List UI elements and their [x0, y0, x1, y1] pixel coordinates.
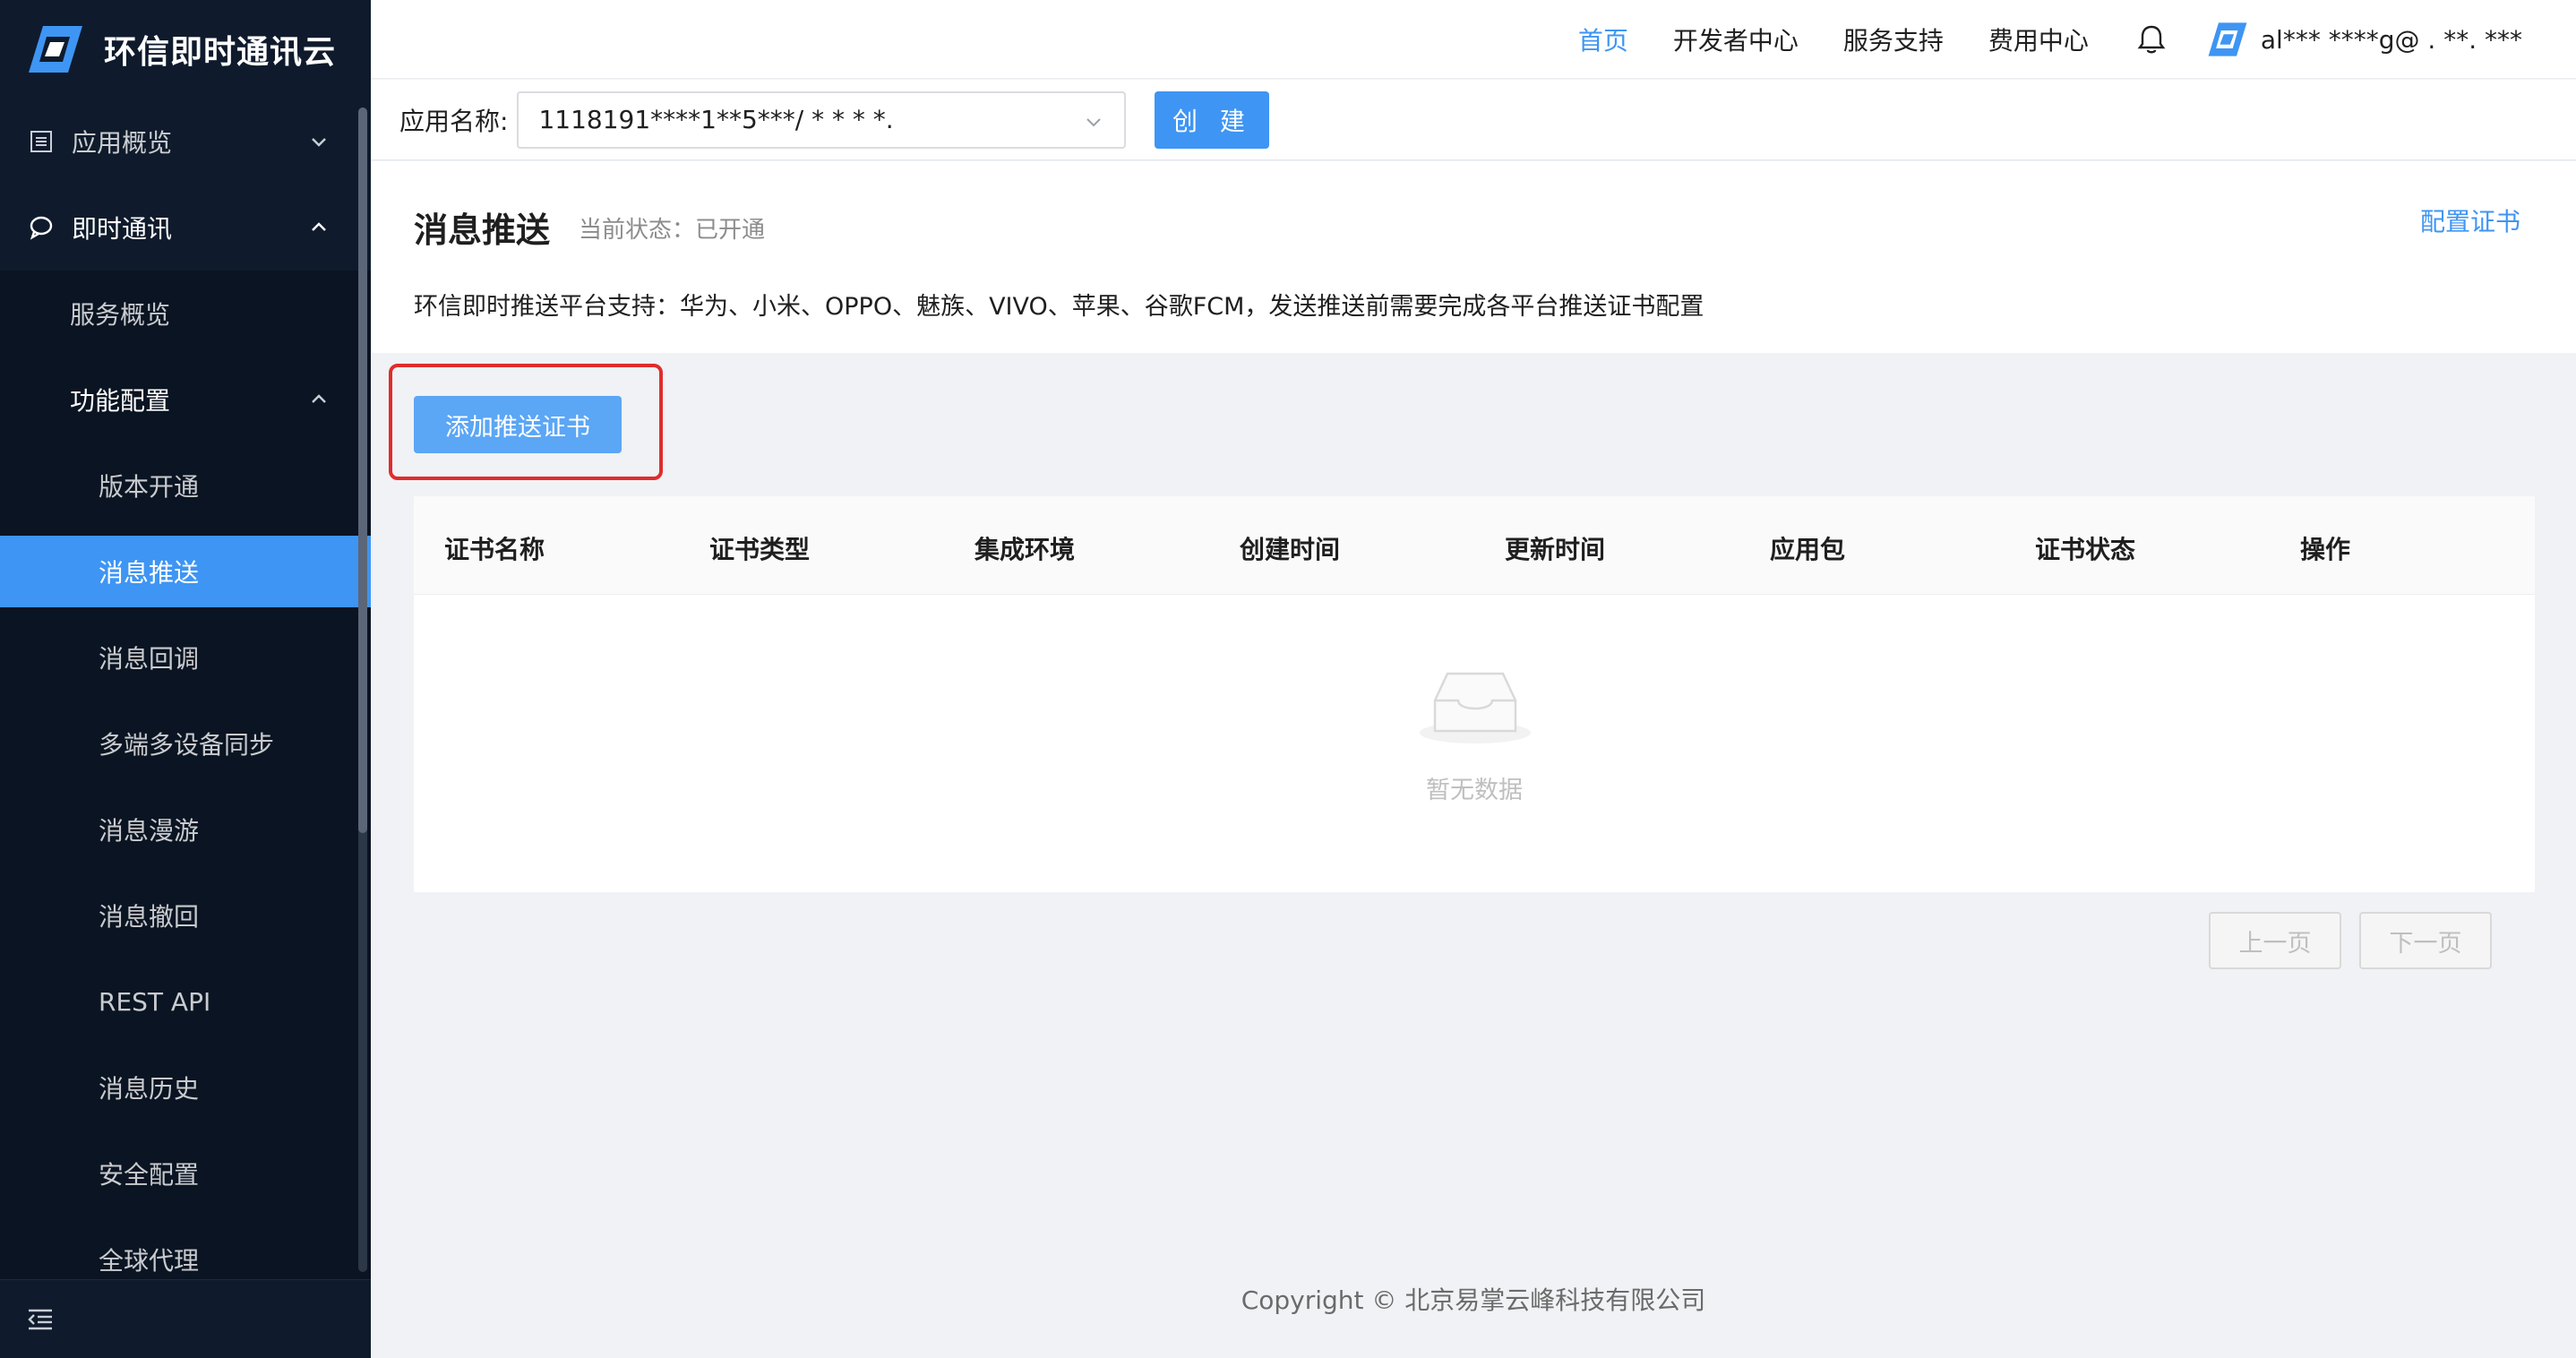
sidebar-item-label: 消息撤回: [99, 902, 200, 932]
sidebar-item-label: 版本开通: [99, 472, 200, 502]
sidebar-item-label: 安全配置: [99, 1160, 200, 1190]
column-header: 操作: [2300, 535, 2351, 564]
app-select[interactable]: 1118191****1**5***/ * * * *.: [517, 90, 1127, 149]
sidebar-item-label: 全球代理: [99, 1246, 200, 1276]
sidebar-scrollbar-thumb[interactable]: [358, 107, 367, 833]
app-selector-bar: 应用名称: 1118191****1**5***/ * * * *. 创 建: [371, 80, 2576, 160]
nav-support[interactable]: 服务支持: [1843, 21, 1944, 57]
column-header: 证书名称: [444, 535, 545, 564]
empty-inbox-icon: [1420, 672, 1531, 743]
sidebar-item-service-overview[interactable]: 服务概览: [0, 271, 371, 357]
top-navigation: 首页 开发者中心 服务支持 费用中心 al*** ****g@ . **. **…: [371, 0, 2576, 79]
user-menu[interactable]: al*** ****g@ . **. ***: [2207, 21, 2522, 57]
list-icon: [27, 127, 56, 156]
sidebar-item-label: REST API: [99, 986, 211, 1017]
user-name: al*** ****g@ . **. ***: [2260, 24, 2522, 55]
column-header: 集成环境: [975, 535, 1076, 564]
push-platform-description: 环信即时推送平台支持：华为、小米、OPPO、魅族、VIVO、苹果、谷歌FCM，发…: [414, 293, 1704, 321]
chevron-up-icon: [312, 222, 326, 231]
sidebar-item-label: 服务概览: [70, 300, 171, 330]
chevron-down-icon: [312, 138, 326, 147]
page-header: 消息推送 当前状态：已开通 配置证书 环信即时推送平台支持：华为、小米、OPPO…: [371, 161, 2576, 353]
sidebar-item-feature-config[interactable]: 功能配置: [0, 357, 371, 443]
nav-billing[interactable]: 费用中心: [1988, 21, 2089, 57]
config-certificate-link[interactable]: 配置证书: [2420, 202, 2520, 238]
sidebar-item-label: 消息漫游: [99, 816, 200, 846]
table-header: 证书名称 证书类型 集成环境 创建时间 更新时间 应用包 证书状态 操作: [414, 496, 2535, 595]
sidebar-item-label: 消息历史: [99, 1074, 200, 1104]
sidebar-item-roaming[interactable]: 消息漫游: [0, 786, 371, 872]
page-title: 消息推送: [414, 211, 551, 250]
sidebar-item-history[interactable]: 消息历史: [0, 1044, 371, 1130]
collapse-sidebar-button[interactable]: [0, 1279, 371, 1358]
sidebar-item-label: 应用概览: [72, 128, 173, 158]
column-header: 证书状态: [2035, 535, 2136, 564]
empty-text: 暂无数据: [1426, 777, 1523, 804]
sidebar-item-callback[interactable]: 消息回调: [0, 615, 371, 700]
sidebar-item-label: 即时通讯: [72, 214, 173, 244]
sidebar-item-label: 多端多设备同步: [99, 730, 275, 760]
column-header: 应用包: [1770, 535, 1846, 564]
prev-page-button[interactable]: 上一页: [2209, 912, 2341, 969]
nav-developer-center[interactable]: 开发者中心: [1673, 21, 1799, 57]
sidebar-item-multi-device[interactable]: 多端多设备同步: [0, 700, 371, 786]
bell-icon[interactable]: [2134, 21, 2169, 57]
sidebar-item-rest-api[interactable]: REST API: [0, 958, 371, 1044]
logo[interactable]: 环信即时通讯云: [0, 0, 371, 99]
sidebar-item-label: 消息推送: [99, 558, 200, 588]
sidebar: 环信即时通讯云 应用概览 即时通讯 服务概览 功能配置 版本开通 消息推送 消息…: [0, 0, 371, 1358]
column-header: 创建时间: [1240, 535, 1341, 564]
brand-name: 环信即时通讯云: [104, 34, 337, 71]
sidebar-item-security[interactable]: 安全配置: [0, 1130, 371, 1216]
copyright: Copyright © 北京易掌云峰科技有限公司: [1241, 1285, 1706, 1315]
empty-state: 暂无数据: [414, 595, 2535, 892]
chat-icon: [27, 213, 56, 242]
sidebar-item-label: 消息回调: [99, 644, 200, 674]
app-select-value: 1118191****1**5***/ * * * *.: [538, 105, 894, 134]
next-page-button[interactable]: 下一页: [2359, 912, 2492, 969]
sidebar-item-version[interactable]: 版本开通: [0, 443, 371, 529]
avatar: [2208, 22, 2247, 56]
app-name-label: 应用名称:: [399, 106, 509, 136]
chevron-up-icon: [312, 394, 326, 403]
menu-fold-icon: [28, 1309, 52, 1329]
logo-icon: [29, 26, 82, 73]
nav-home[interactable]: 首页: [1578, 21, 1628, 57]
create-app-button[interactable]: 创 建: [1155, 90, 1270, 149]
column-header: 证书类型: [709, 535, 811, 564]
add-push-certificate-button[interactable]: 添加推送证书: [414, 396, 622, 453]
sidebar-item-push[interactable]: 消息推送: [0, 536, 371, 607]
sidebar-item-recall[interactable]: 消息撤回: [0, 872, 371, 958]
chevron-down-icon: [1086, 117, 1102, 126]
certificate-table: 证书名称 证书类型 集成环境 创建时间 更新时间 应用包 证书状态 操作 暂无数…: [414, 496, 2535, 892]
sidebar-item-app-overview[interactable]: 应用概览: [0, 99, 371, 185]
sidebar-item-label: 功能配置: [70, 386, 171, 416]
sidebar-item-im[interactable]: 即时通讯: [0, 185, 371, 271]
column-header: 更新时间: [1505, 535, 1606, 564]
status-text: 当前状态：已开通: [579, 217, 766, 244]
